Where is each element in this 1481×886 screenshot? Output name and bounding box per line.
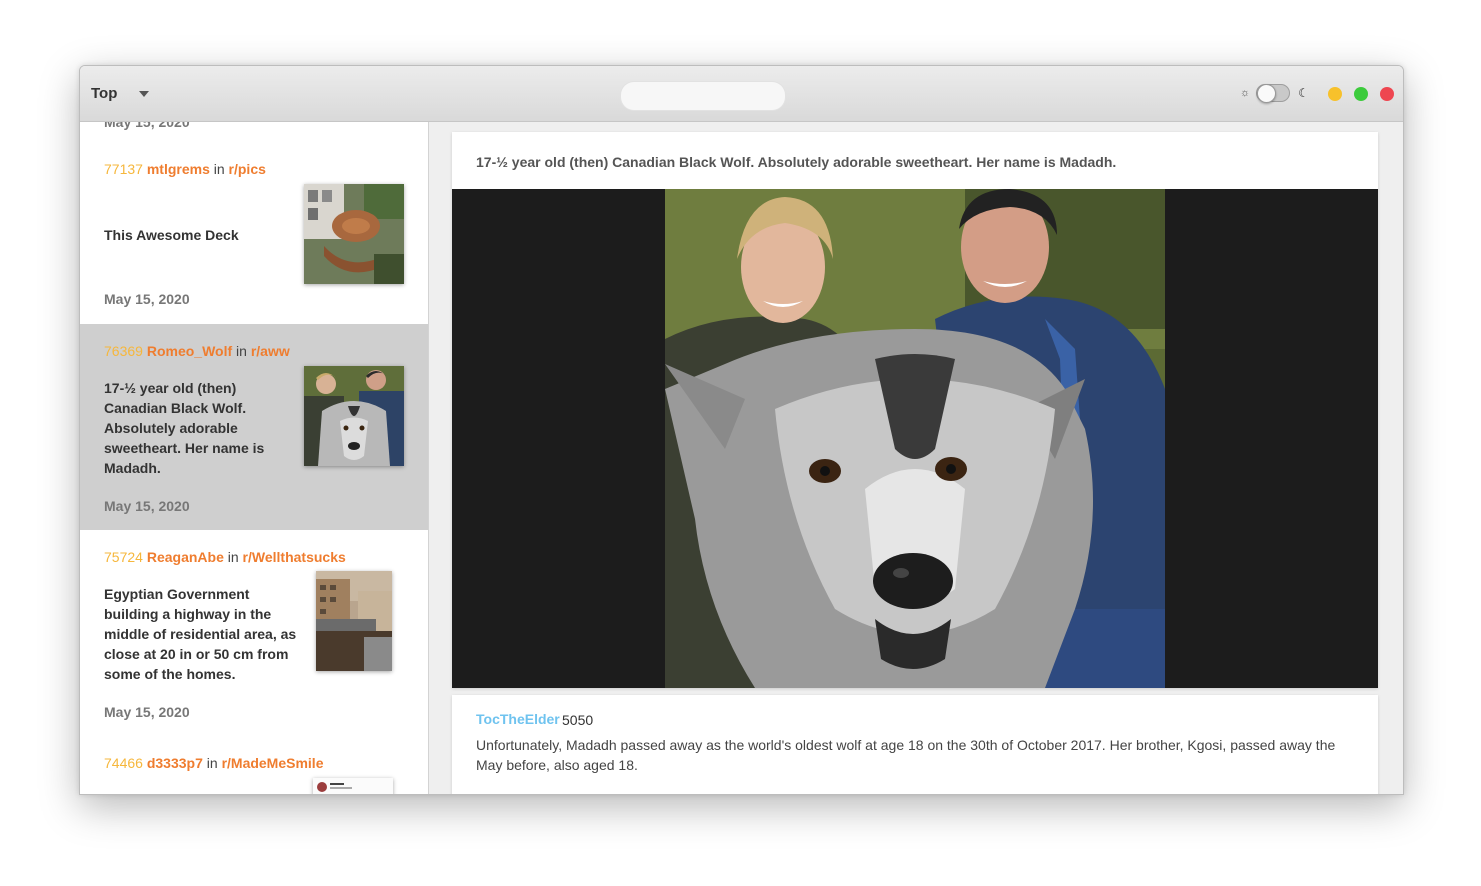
- maximize-button[interactable]: [1354, 87, 1368, 101]
- sort-label: Top: [91, 85, 118, 102]
- post-media-viewer[interactable]: [452, 189, 1378, 688]
- post-detail-title: 17-½ year old (then) Canadian Black Wolf…: [476, 154, 1117, 170]
- post-image[interactable]: [665, 189, 1165, 688]
- post-thumbnail[interactable]: [304, 184, 404, 284]
- post-detail-pane: 17-½ year old (then) Canadian Black Wolf…: [429, 122, 1403, 794]
- post-score: 74466: [104, 755, 143, 771]
- subreddit-link[interactable]: r/aww: [251, 343, 290, 359]
- subreddit-link[interactable]: r/Wellthatsucks: [243, 549, 346, 565]
- post-date: May 15, 2020: [104, 498, 190, 514]
- post-card: 17-½ year old (then) Canadian Black Wolf…: [452, 132, 1378, 688]
- minimize-button[interactable]: [1328, 87, 1342, 101]
- post-author-link[interactable]: ReaganAbe: [147, 549, 224, 565]
- post-title: 17-½ year old (then) Canadian Black Wolf…: [104, 380, 265, 476]
- post-date: May 15, 2020: [104, 704, 190, 720]
- post-title: Egyptian Government building a highway i…: [104, 586, 297, 682]
- list-item[interactable]: 77137 mtlgrems in r/pics This Awesome De…: [80, 122, 428, 324]
- post-meta: 76369 Romeo_Wolf in r/aww: [104, 343, 290, 359]
- post-meta: 77137 mtlgrems in r/pics: [104, 161, 266, 177]
- search-input[interactable]: [621, 82, 785, 110]
- list-item[interactable]: 75724 ReaganAbe in r/Wellthatsucks Egypt…: [80, 530, 428, 736]
- post-list-sidebar[interactable]: May 15, 2020 77137 mtlgrems in r/pics Th…: [80, 122, 429, 794]
- in-text: in: [206, 755, 218, 771]
- toggle-knob: [1257, 84, 1277, 103]
- post-score: 77137: [104, 161, 143, 177]
- sun-icon: ☼: [1240, 87, 1251, 99]
- post-thumbnail[interactable]: [313, 778, 393, 794]
- post-thumbnail[interactable]: [304, 366, 404, 466]
- post-title: This Awesome Deck: [104, 227, 239, 243]
- list-item[interactable]: 74466 d3333p7 in r/MadeMeSmile: [80, 736, 428, 794]
- chevron-down-icon: [139, 90, 150, 97]
- comment-card: TocTheElder 5050 Unfortunately, Madadh p…: [452, 695, 1378, 794]
- close-button[interactable]: [1380, 87, 1394, 101]
- comment-body: Unfortunately, Madadh passed away as the…: [476, 737, 1336, 773]
- post-meta: 75724 ReaganAbe in r/Wellthatsucks: [104, 549, 346, 565]
- theme-toggle-switch[interactable]: [1256, 84, 1291, 103]
- app-window: Top ☼ ☾ May 15, 2020 77137 mtlgrems in r…: [79, 65, 1404, 795]
- post-author-link[interactable]: mtlgrems: [147, 161, 210, 177]
- post-author-link[interactable]: d3333p7: [147, 755, 203, 771]
- sort-dropdown[interactable]: Top: [91, 85, 150, 102]
- in-text: in: [236, 343, 247, 359]
- theme-toggle-group: ☼ ☾: [1240, 84, 1309, 103]
- moon-icon: ☾: [1298, 86, 1309, 100]
- subreddit-link[interactable]: r/MadeMeSmile: [222, 755, 324, 771]
- subreddit-link[interactable]: r/pics: [229, 161, 266, 177]
- list-item-selected[interactable]: 76369 Romeo_Wolf in r/aww 17-½ year old …: [80, 324, 428, 530]
- post-score: 76369: [104, 343, 143, 359]
- post-thumbnail[interactable]: [316, 571, 392, 671]
- post-author-link[interactable]: Romeo_Wolf: [147, 343, 232, 359]
- comment-author-link[interactable]: TocTheElder: [476, 711, 560, 727]
- title-bar: Top ☼ ☾: [80, 66, 1403, 122]
- post-score: 75724: [104, 549, 143, 565]
- in-text: in: [213, 161, 225, 177]
- post-meta: 74466 d3333p7 in r/MadeMeSmile: [104, 755, 324, 771]
- post-date: May 15, 2020: [104, 291, 190, 307]
- in-text: in: [227, 549, 239, 565]
- comment-score: 5050: [562, 712, 594, 728]
